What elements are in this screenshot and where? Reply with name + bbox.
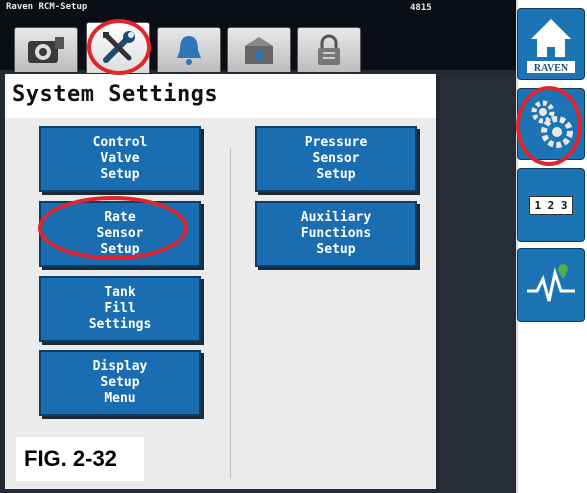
tab-alarms[interactable] bbox=[157, 27, 221, 72]
right-column bbox=[440, 74, 516, 493]
counter: 4815 bbox=[410, 3, 432, 13]
control-valve-setup-button[interactable]: Control Valve Setup bbox=[39, 126, 201, 192]
tools-tab-highlight bbox=[87, 19, 151, 75]
column-divider bbox=[230, 148, 231, 478]
machine-gear-icon bbox=[28, 37, 64, 63]
auxiliary-functions-setup-button[interactable]: Auxiliary Functions Setup bbox=[255, 201, 417, 267]
pulse-alarm-icon bbox=[527, 264, 575, 302]
numeric-123-icon: 1 2 3 bbox=[529, 195, 573, 215]
settings-highlight bbox=[516, 86, 582, 166]
display-setup-menu-button[interactable]: Display Setup Menu bbox=[39, 350, 201, 416]
pressure-sensor-setup-button[interactable]: Pressure Sensor Setup bbox=[255, 126, 417, 192]
tank-drop-icon bbox=[245, 37, 273, 64]
raven-brand: RAVEN bbox=[534, 63, 569, 74]
app-name: Raven RCM-Setup bbox=[6, 2, 88, 12]
numeric-entry-button[interactable]: 1 2 3 bbox=[517, 168, 585, 242]
figure-label: FIG. 2-32 bbox=[16, 437, 144, 481]
tab-product[interactable] bbox=[227, 27, 291, 72]
rate-sensor-highlight bbox=[38, 196, 188, 260]
bell-icon bbox=[177, 36, 201, 65]
diagnostics-button[interactable] bbox=[517, 248, 585, 322]
lock-icon bbox=[318, 34, 340, 65]
home-icon: RAVEN bbox=[527, 19, 575, 74]
title-bar: System Settings bbox=[5, 74, 436, 118]
tab-machine-settings[interactable] bbox=[14, 27, 78, 72]
tab-security[interactable] bbox=[297, 27, 361, 72]
tank-fill-settings-button[interactable]: Tank Fill Settings bbox=[39, 276, 201, 342]
home-button[interactable]: RAVEN bbox=[517, 8, 585, 80]
page-title: System Settings bbox=[12, 82, 219, 107]
settings-panel: Control Valve Setup Rate Sensor Setup Ta… bbox=[5, 118, 436, 489]
